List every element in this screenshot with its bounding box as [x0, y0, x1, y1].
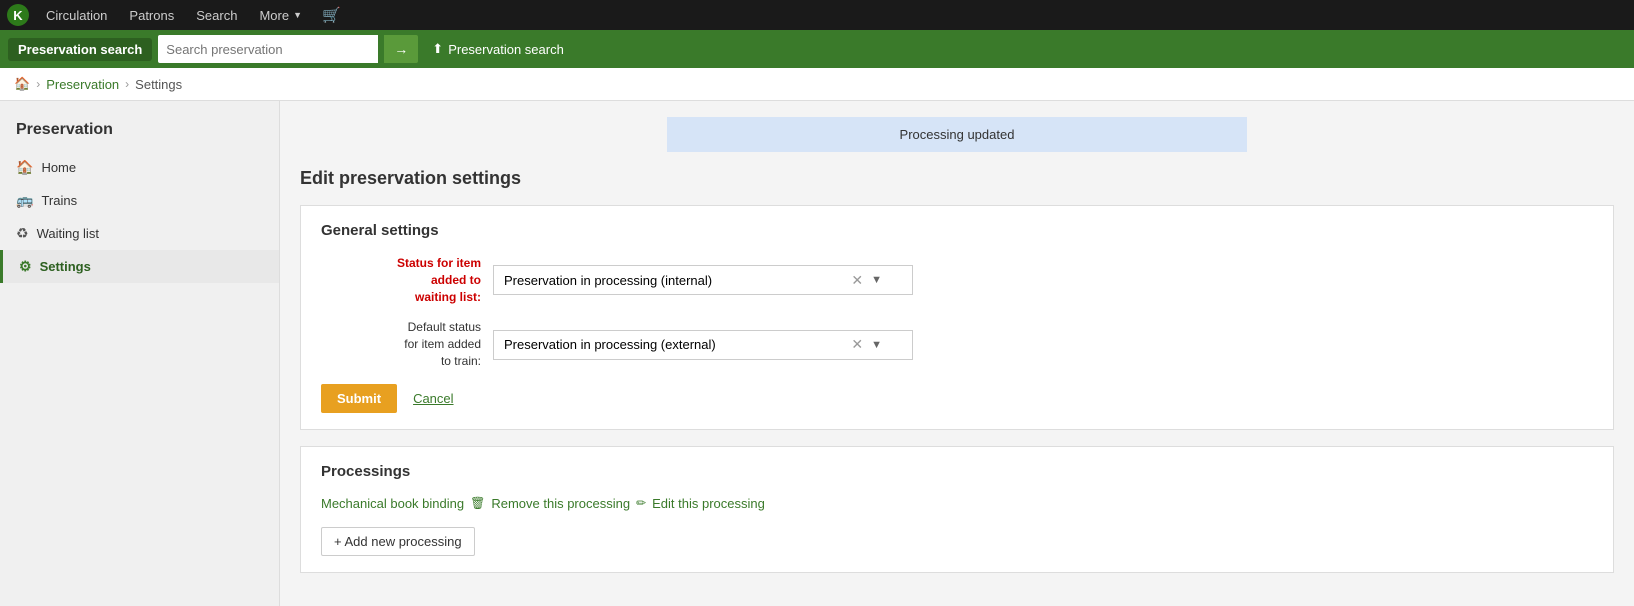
more-dropdown-arrow: ▼: [293, 10, 302, 20]
status-waiting-row: Status for itemadded towaiting list: Pre…: [321, 255, 1593, 305]
main-content: Processing updated Edit preservation set…: [280, 101, 1634, 606]
main-layout: Preservation 🏠 Home 🚌 Trains ♻ Waiting l…: [0, 101, 1634, 606]
nav-patrons[interactable]: Patrons: [119, 4, 184, 27]
top-nav: K Circulation Patrons Search More ▼ 🛒: [0, 0, 1634, 30]
alert-banner: Processing updated: [667, 117, 1247, 152]
preservation-search-link[interactable]: ⬆ Preservation search: [424, 37, 572, 61]
edit-processing-link[interactable]: Edit this processing: [652, 496, 765, 511]
cancel-button[interactable]: Cancel: [405, 384, 461, 413]
status-train-arrow-icon[interactable]: ▼: [867, 339, 882, 351]
submit-button[interactable]: Submit: [321, 384, 397, 413]
nav-circulation[interactable]: Circulation: [36, 4, 117, 27]
edit-icon: ✏: [636, 496, 646, 510]
status-train-label: Default statusfor item addedto train:: [321, 319, 481, 369]
processing-name-0: Mechanical book binding: [321, 496, 464, 511]
breadcrumb-preservation[interactable]: Preservation: [46, 77, 119, 92]
sidebar-item-settings[interactable]: ⚙ Settings: [0, 250, 279, 283]
trash-icon: 🗑: [470, 496, 485, 510]
status-train-select-wrapper: Preservation in processing (external) ✕ …: [493, 330, 913, 360]
sidebar-item-trains[interactable]: 🚌 Trains: [0, 184, 279, 217]
home-icon[interactable]: 🏠: [14, 76, 30, 92]
form-buttons: Submit Cancel: [321, 384, 1593, 413]
status-waiting-select[interactable]: Preservation in processing (internal) ✕ …: [493, 265, 913, 295]
processings-title: Processings: [321, 463, 1593, 480]
sidebar-item-waiting-list[interactable]: ♻ Waiting list: [0, 217, 279, 250]
add-processing-button[interactable]: + Add new processing: [321, 527, 475, 556]
search-bar-label: Preservation search: [8, 38, 152, 61]
status-waiting-clear-icon[interactable]: ✕: [847, 272, 867, 289]
status-waiting-arrow-icon[interactable]: ▼: [867, 274, 882, 286]
logo[interactable]: K: [6, 3, 30, 27]
nav-more[interactable]: More ▼: [249, 4, 312, 27]
search-bar: Preservation search → ⬆ Preservation sea…: [0, 30, 1634, 68]
breadcrumb-sep-2: ›: [125, 77, 129, 91]
sidebar-item-home[interactable]: 🏠 Home: [0, 151, 279, 184]
search-submit-button[interactable]: →: [384, 35, 418, 63]
status-train-row: Default statusfor item addedto train: Pr…: [321, 319, 1593, 369]
general-settings-title: General settings: [321, 222, 1593, 239]
status-waiting-select-wrapper: Preservation in processing (internal) ✕ …: [493, 265, 913, 295]
home-icon: 🏠: [16, 159, 33, 176]
processings-section: Processings Mechanical book binding 🗑 Re…: [300, 446, 1614, 573]
settings-icon: ⚙: [19, 258, 32, 275]
status-waiting-label: Status for itemadded towaiting list:: [321, 255, 481, 305]
cart-icon[interactable]: 🛒: [314, 2, 349, 28]
remove-processing-link[interactable]: Remove this processing: [491, 496, 630, 511]
page-title: Edit preservation settings: [300, 168, 1614, 189]
trains-icon: 🚌: [16, 192, 33, 209]
breadcrumb-sep-1: ›: [36, 77, 40, 91]
upload-icon: ⬆: [432, 41, 443, 57]
processing-item-0: Mechanical book binding 🗑 Remove this pr…: [321, 496, 1593, 511]
general-settings-section: General settings Status for itemadded to…: [300, 205, 1614, 430]
nav-search[interactable]: Search: [186, 4, 247, 27]
breadcrumb-settings: Settings: [135, 77, 182, 92]
svg-text:K: K: [13, 8, 23, 23]
sidebar-title: Preservation: [0, 115, 279, 151]
sidebar: Preservation 🏠 Home 🚌 Trains ♻ Waiting l…: [0, 101, 280, 606]
waiting-list-icon: ♻: [16, 225, 29, 242]
status-train-clear-icon[interactable]: ✕: [847, 336, 867, 353]
search-input[interactable]: [158, 35, 378, 63]
status-train-select[interactable]: Preservation in processing (external) ✕ …: [493, 330, 913, 360]
breadcrumb: 🏠 › Preservation › Settings: [0, 68, 1634, 101]
